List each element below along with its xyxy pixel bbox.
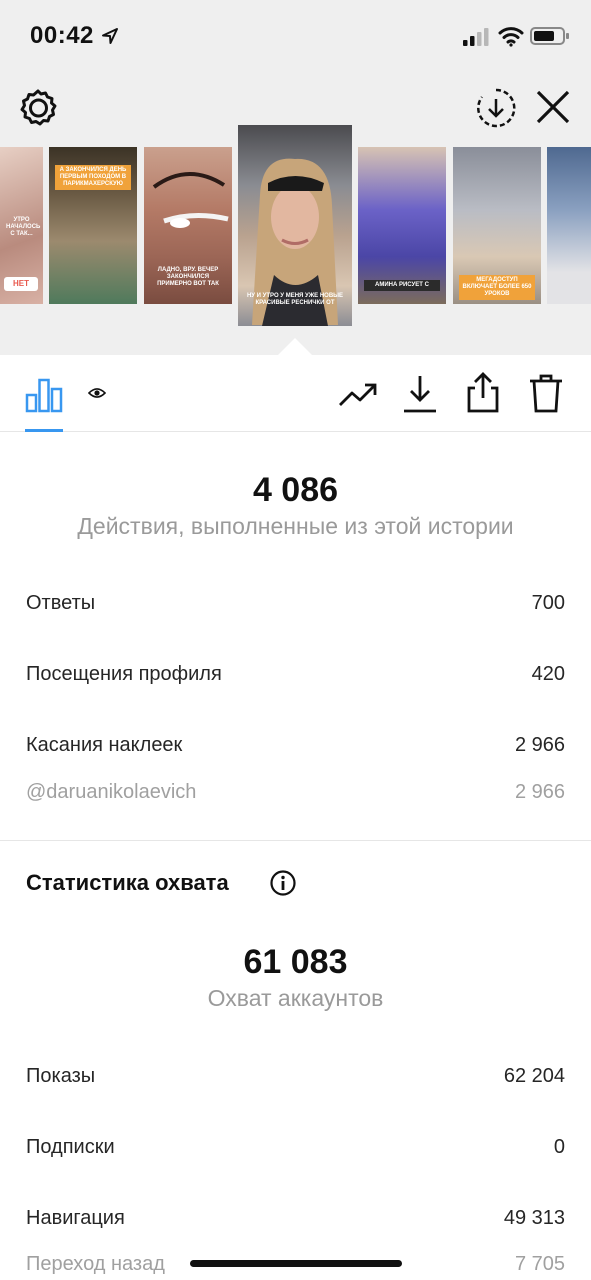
story-caption: ЛАДНО, ВРУ. ВЕЧЕР ЗАКОНЧИЛСЯ ПРИМЕРНО ВО… (157, 267, 219, 287)
metric-label: Посещения профиля (26, 663, 222, 685)
metric-label: Касания наклеек (26, 734, 183, 756)
metric-value: 0 (553, 1136, 565, 1158)
metric-row-sticker-taps: Касания наклеек 2 966 (26, 734, 565, 764)
poll-button: НЕТ (4, 277, 38, 291)
share-icon[interactable] (466, 371, 500, 413)
metric-value: 49 313 (503, 1207, 565, 1229)
reach-label: Охват аккаунтов (207, 985, 384, 1011)
metric-label: @daruanikolaevich (26, 781, 197, 803)
metric-label: Ответы (26, 592, 96, 614)
story-thumbnail[interactable]: ЛАДНО, ВРУ. ВЕЧЕР ЗАКОНЧИЛСЯ ПРИМЕРНО ВО… (144, 147, 232, 304)
stories-strip: УТРО НАЧАЛОСЬ С ТАК... НЕТ А ЗАКОНЧИЛСЯ … (0, 125, 591, 330)
metric-value: 2 966 (514, 781, 565, 803)
eye-icon[interactable] (88, 387, 106, 399)
insights-panel: 4 086 Действия, выполненные из этой исто… (0, 355, 591, 1280)
save-story-icon[interactable] (474, 86, 518, 130)
story-thumbnail[interactable]: А ЗАКОНЧИЛСЯ ДЕНЬ ПЕРВЫМ ПОХОДОМ В ПАРИК… (49, 147, 137, 304)
reach-row-follows: Подписки 0 (26, 1136, 565, 1166)
metric-row-profile-visits: Посещения профиля 420 (26, 663, 565, 693)
insights-toolbar (0, 355, 591, 432)
story-caption: АМИНА РИСУЕТ С (364, 280, 440, 291)
reach-total: 61 083 (243, 943, 348, 981)
story-caption: УТРО НАЧАЛОСЬ С ТАК... (6, 217, 41, 237)
location-arrow-icon (102, 28, 118, 44)
section-divider (0, 840, 591, 841)
story-caption: НУ И УТРО У МЕНЯ УЖЕ НОВЫЕ КРАСИВЫЕ РЕСН… (246, 293, 344, 306)
status-bar: 00:42 (0, 0, 591, 72)
metric-row-mention-sticker[interactable]: @daruanikolaevich 2 966 (26, 781, 565, 811)
close-icon[interactable] (534, 88, 572, 126)
promote-trend-icon[interactable] (338, 381, 378, 409)
settings-gear-icon[interactable] (18, 88, 58, 128)
story-thumbnail[interactable]: УТРО НАЧАЛОСЬ С ТАК... НЕТ (0, 147, 43, 304)
home-indicator[interactable] (190, 1260, 402, 1267)
download-icon[interactable] (402, 374, 438, 414)
metric-value: 700 (531, 592, 565, 614)
metric-row-replies: Ответы 700 (26, 592, 565, 622)
metric-value: 62 204 (503, 1065, 565, 1087)
story-thumbnail[interactable] (547, 147, 591, 304)
story-thumbnail[interactable]: АМИНА РИСУЕТ С (358, 147, 446, 304)
battery-icon (530, 27, 569, 45)
story-header-area: 00:42 УТРО НАЧАЛОСЬ С ТАК... НЕТ А ЗАКОН… (0, 0, 591, 355)
actions-total: 4 086 (252, 471, 339, 509)
actions-label: Действия, выполненные из этой истории (77, 513, 514, 539)
story-thumbnail[interactable]: МЕГАДОСТУП ВКЛЮЧАЕТ БОЛЕЕ 650 УРОКОВ (453, 147, 541, 304)
metric-value: 7 705 (514, 1253, 565, 1275)
active-story-pointer (278, 338, 312, 355)
active-tab-indicator (25, 429, 63, 432)
info-icon[interactable] (270, 870, 296, 896)
trash-icon[interactable] (528, 373, 564, 413)
bar-chart-icon[interactable] (25, 377, 63, 413)
metric-label: Переход назад (26, 1253, 165, 1275)
metric-label: Показы (26, 1065, 96, 1087)
story-thumbnail-active[interactable]: НУ И УТРО У МЕНЯ УЖЕ НОВЫЕ КРАСИВЫЕ РЕСН… (238, 125, 352, 326)
status-time: 00:42 (30, 22, 94, 49)
reach-row-impressions: Показы 62 204 (26, 1065, 565, 1095)
wifi-icon (498, 27, 524, 47)
metric-label: Навигация (26, 1207, 125, 1229)
reach-section-title: Статистика охвата (26, 870, 229, 895)
metric-value: 420 (531, 663, 565, 685)
cellular-signal-icon (463, 28, 489, 46)
story-caption: А ЗАКОНЧИЛСЯ ДЕНЬ ПЕРВЫМ ПОХОДОМ В ПАРИК… (55, 165, 131, 190)
metric-value: 2 966 (514, 734, 565, 756)
metric-label: Подписки (26, 1136, 115, 1158)
story-caption: МЕГАДОСТУП ВКЛЮЧАЕТ БОЛЕЕ 650 УРОКОВ (459, 275, 535, 300)
reach-row-navigation: Навигация 49 313 (26, 1207, 565, 1237)
